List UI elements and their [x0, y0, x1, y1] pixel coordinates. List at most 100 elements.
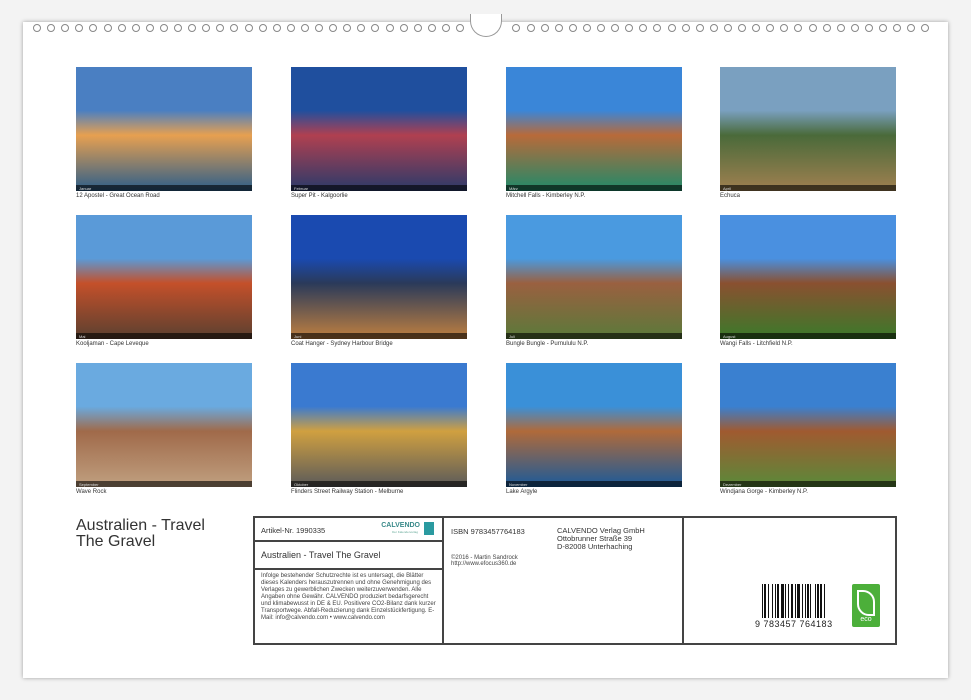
binding-ring — [230, 24, 239, 32]
photo-caption: Super Pit - Kalgoorlie — [291, 193, 348, 199]
binding-ring — [850, 24, 859, 32]
month-photo: September — [76, 363, 252, 487]
binding-ring — [385, 24, 394, 32]
binding-ring — [329, 24, 338, 32]
article-number: Artikel-Nr. 1990335 — [261, 526, 326, 535]
photo-caption: Wave Rock — [76, 489, 107, 495]
binding-ring — [681, 24, 690, 32]
binding-ring — [75, 24, 84, 32]
calendar-strip — [506, 333, 682, 339]
info-middle-cell: ISBN 9783457764183 ©2016 - Martin Sandro… — [444, 518, 684, 643]
calvendo-logo: CALVENDO — [381, 522, 420, 529]
calendar-strip — [76, 333, 252, 339]
binding-ring — [300, 24, 309, 32]
binding-ring — [61, 24, 70, 32]
calendar-title: Australien - Travel The Gravel — [76, 518, 205, 550]
calendar-strip — [76, 481, 252, 487]
photo-caption: Bungle Bungle - Purnululu N.P. — [506, 341, 589, 347]
title-line-1: Australien - Travel — [76, 517, 205, 534]
binding-ring — [540, 24, 549, 32]
binding-ring — [611, 24, 620, 32]
photo-caption: Windjana Gorge - Kimberley N.P. — [720, 489, 808, 495]
month-photo: Juni — [291, 215, 467, 339]
binding-ring — [512, 24, 521, 32]
binding-ring — [554, 24, 563, 32]
binding-ring — [343, 24, 352, 32]
binding-ring — [568, 24, 577, 32]
calendar-strip — [506, 185, 682, 191]
month-photo: März — [506, 67, 682, 191]
binding-ring — [625, 24, 634, 32]
title-line-2: The Gravel — [76, 533, 156, 550]
photo-caption: Coat Hanger - Sydney Harbour Bridge — [291, 341, 393, 347]
month-label: September — [79, 482, 99, 487]
binding-ring — [258, 24, 267, 32]
binding-ring — [723, 24, 732, 32]
month-label: Februar — [294, 186, 309, 191]
month-photo: Januar — [76, 67, 252, 191]
month-label: Dezember — [723, 482, 742, 487]
binding-ring — [399, 24, 408, 32]
website: http://www.efocus360.de — [451, 561, 517, 567]
month-photo: Mai — [76, 215, 252, 339]
binding-ring — [709, 24, 718, 32]
binding-ring — [117, 24, 126, 32]
binding-ring — [695, 24, 704, 32]
month-label: Juni — [294, 334, 302, 339]
binding-ring — [89, 24, 98, 32]
calendar-strip — [291, 333, 467, 339]
binding-ring — [357, 24, 366, 32]
info-box: Artikel-Nr. 1990335 CALVENDO Der Kalende… — [253, 516, 897, 645]
binding-ring — [456, 24, 464, 32]
binding-ring — [921, 24, 930, 32]
binding-ring — [286, 24, 295, 32]
binding-ring — [582, 24, 591, 32]
binding-ring — [794, 24, 803, 32]
binding-ring — [808, 24, 817, 32]
month-label: Januar — [79, 186, 92, 191]
binding-ring — [864, 24, 873, 32]
binding-ring — [202, 24, 211, 32]
calendar-strip — [291, 185, 467, 191]
calendar-strip — [720, 185, 896, 191]
month-label: November — [509, 482, 528, 487]
binding-ring — [427, 24, 436, 32]
publisher-address: CALVENDO Verlag GmbH Ottobrunner Straße … — [557, 527, 645, 551]
legal-notice: Infolge bestehender Schutzrechte ist es … — [261, 573, 436, 621]
binding-ring — [371, 24, 380, 32]
eco-logo: eco — [852, 584, 880, 627]
barcode — [762, 584, 832, 618]
binding-ring — [131, 24, 140, 32]
photo-caption: Flinders Street Railway Station - Melbur… — [291, 489, 404, 495]
binding-ring — [441, 24, 450, 32]
publisher-city: D-82008 Unterhaching — [557, 542, 633, 551]
binding-ring — [597, 24, 605, 32]
calendar-strip — [291, 481, 467, 487]
binding-ring — [893, 24, 902, 32]
binding-ring — [836, 24, 845, 32]
calendar-strip — [720, 333, 896, 339]
product-title: Australien - Travel The Gravel — [261, 550, 381, 560]
binding-ring — [907, 24, 916, 32]
month-label: August — [723, 334, 736, 339]
binding-ring — [752, 24, 761, 32]
month-photo: Oktober — [291, 363, 467, 487]
binding-ring — [879, 24, 887, 32]
month-photo: Dezember — [720, 363, 896, 487]
photo-caption: Lake Argyle — [506, 489, 538, 495]
photo-caption: Echuca — [720, 193, 741, 199]
calvendo-logo-sub: Der Kalenderverlag — [392, 530, 418, 534]
month-photo: November — [506, 363, 682, 487]
binding-ring — [766, 24, 775, 32]
binding-ring — [413, 24, 422, 32]
month-label: April — [723, 186, 732, 191]
photo-caption: 12 Apostel - Great Ocean Road — [76, 193, 160, 199]
month-label: Juli — [509, 334, 516, 339]
info-right-cell: 9 783457 764183 eco — [684, 518, 895, 643]
calendar-strip — [76, 185, 252, 191]
binding-ring — [822, 24, 831, 32]
binding-ring — [216, 24, 225, 32]
binding-ring — [738, 24, 746, 32]
photo-caption: Wangi Falls - Litchfield N.P. — [720, 341, 793, 347]
calendar-strip — [506, 481, 682, 487]
